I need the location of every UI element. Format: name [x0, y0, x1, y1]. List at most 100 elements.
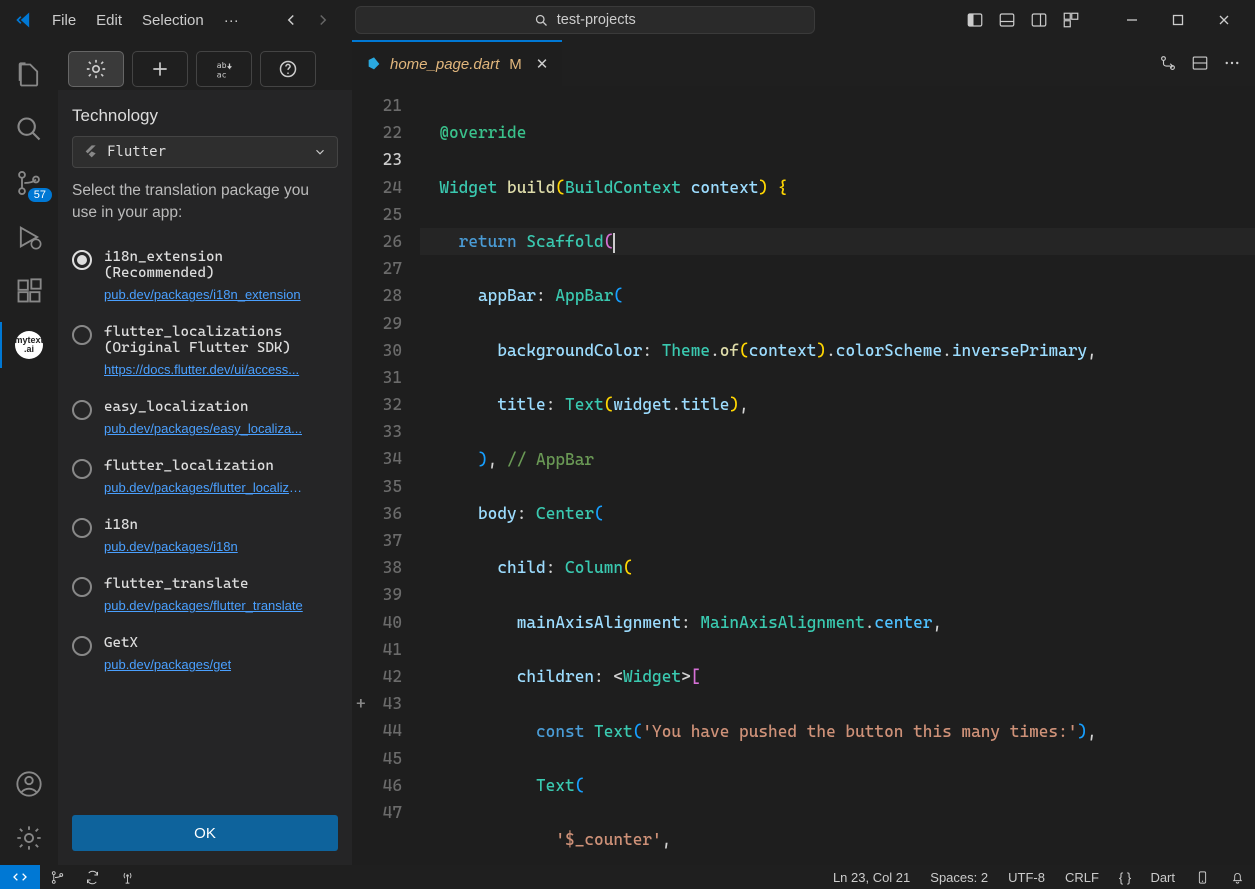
- window-close-icon[interactable]: [1201, 4, 1247, 36]
- radio-icon: [72, 459, 92, 479]
- panel-tab-settings[interactable]: [68, 51, 124, 87]
- bell-icon: [1230, 870, 1245, 885]
- radio-icon: [72, 518, 92, 538]
- activity-bar: 57 mytext .ai: [0, 40, 58, 865]
- status-device[interactable]: [1185, 865, 1220, 889]
- option-flutter-translate[interactable]: flutter_translate pub.dev/packages/flutt…: [72, 564, 338, 623]
- braces-icon: { }: [1119, 870, 1131, 885]
- option-link[interactable]: pub.dev/packages/flutter_localiza...: [104, 480, 304, 495]
- editor: home_page.dart M ✕ 212223242526272829303…: [352, 40, 1255, 865]
- command-center-search[interactable]: test-projects: [355, 6, 815, 34]
- compare-changes-icon[interactable]: [1159, 54, 1177, 72]
- activity-run-debug-icon[interactable]: [0, 210, 58, 264]
- extension-avatar-icon: mytext .ai: [15, 331, 43, 359]
- activity-extensions-icon[interactable]: [0, 264, 58, 318]
- menu-selection[interactable]: Selection: [132, 8, 214, 33]
- toggle-primary-sidebar-icon[interactable]: [961, 6, 989, 34]
- package-options: i18n_extension (Recommended) pub.dev/pac…: [72, 237, 338, 809]
- find-replace-icon: abac: [213, 58, 235, 80]
- technology-select[interactable]: Flutter: [72, 136, 338, 168]
- menu-edit[interactable]: Edit: [86, 8, 132, 33]
- activity-mytext-extension[interactable]: mytext .ai: [0, 318, 58, 372]
- remote-indicator-icon[interactable]: [0, 865, 40, 889]
- ok-button[interactable]: OK: [72, 815, 338, 851]
- option-i18n-extension[interactable]: i18n_extension (Recommended) pub.dev/pac…: [72, 237, 338, 312]
- option-link[interactable]: https://docs.flutter.dev/ui/access...: [104, 362, 304, 377]
- panel-tabbar: abac: [58, 40, 352, 90]
- vscode-logo-icon: [8, 10, 42, 30]
- svg-text:ac: ac: [217, 69, 227, 79]
- status-spaces[interactable]: Spaces: 2: [920, 865, 998, 889]
- device-icon: [1195, 870, 1210, 885]
- activity-explorer-icon[interactable]: [0, 48, 58, 102]
- option-getx[interactable]: GetX pub.dev/packages/get: [72, 623, 338, 682]
- option-flutter-localization[interactable]: flutter_localization pub.dev/packages/fl…: [72, 446, 338, 505]
- gutter-add-icon[interactable]: +: [356, 690, 366, 717]
- status-cursor-position[interactable]: Ln 23, Col 21: [823, 865, 920, 889]
- customize-layout-icon[interactable]: [1057, 6, 1085, 34]
- option-i18n[interactable]: i18n pub.dev/packages/i18n: [72, 505, 338, 564]
- title-bar: File Edit Selection ··· test-projects: [0, 0, 1255, 40]
- radio-icon: [72, 577, 92, 597]
- status-language[interactable]: { } Dart: [1109, 865, 1185, 889]
- gear-icon: [85, 58, 107, 80]
- search-icon: [534, 13, 549, 28]
- panel-tab-help[interactable]: [260, 51, 316, 87]
- window-maximize-icon[interactable]: [1155, 4, 1201, 36]
- help-icon: [278, 59, 298, 79]
- status-bar: Ln 23, Col 21 Spaces: 2 UTF-8 CRLF { } D…: [0, 865, 1255, 889]
- flutter-icon: [83, 144, 99, 160]
- scm-badge: 57: [28, 188, 52, 202]
- chevron-down-icon: [313, 145, 327, 159]
- panel-instruction: Select the translation package you use i…: [72, 180, 338, 223]
- editor-tab-home-page[interactable]: home_page.dart M ✕: [352, 40, 562, 86]
- status-broadcast[interactable]: [110, 865, 145, 889]
- code-view[interactable]: 2122232425262728293031323334353637383940…: [352, 86, 1255, 865]
- close-tab-icon[interactable]: ✕: [536, 55, 549, 73]
- option-link[interactable]: pub.dev/packages/get: [104, 657, 231, 672]
- activity-account-icon[interactable]: [0, 757, 58, 811]
- radio-icon: [72, 636, 92, 656]
- git-branch-icon: [50, 870, 65, 885]
- activity-settings-icon[interactable]: [0, 811, 58, 865]
- panel-tab-replace[interactable]: abac: [196, 51, 252, 87]
- radio-tower-icon: [120, 870, 135, 885]
- activity-source-control-icon[interactable]: 57: [0, 156, 58, 210]
- toggle-secondary-sidebar-icon[interactable]: [1025, 6, 1053, 34]
- nav-forward-icon[interactable]: [309, 6, 337, 34]
- radio-icon: [72, 325, 92, 345]
- more-actions-icon[interactable]: [1223, 54, 1241, 72]
- status-sync[interactable]: [75, 865, 110, 889]
- modified-indicator: M: [509, 56, 522, 73]
- extension-panel: abac Technology Flutter Select the trans…: [58, 40, 352, 865]
- status-eol[interactable]: CRLF: [1055, 865, 1109, 889]
- option-link[interactable]: pub.dev/packages/easy_localiza...: [104, 421, 302, 436]
- search-text: test-projects: [557, 12, 636, 28]
- nav-back-icon[interactable]: [277, 6, 305, 34]
- plus-icon: [150, 59, 170, 79]
- code-content[interactable]: @override Widget build(BuildContext cont…: [420, 86, 1255, 865]
- toggle-panel-icon[interactable]: [993, 6, 1021, 34]
- option-link[interactable]: pub.dev/packages/i18n_extension: [104, 287, 304, 302]
- radio-icon: [72, 400, 92, 420]
- dart-file-icon: [366, 56, 382, 72]
- status-git-branch[interactable]: [40, 865, 75, 889]
- option-easy-localization[interactable]: easy_localization pub.dev/packages/easy_…: [72, 387, 338, 446]
- line-gutter: 2122232425262728293031323334353637383940…: [352, 86, 420, 865]
- menu-file[interactable]: File: [42, 8, 86, 33]
- status-notifications[interactable]: [1220, 865, 1255, 889]
- panel-heading: Technology: [72, 106, 338, 126]
- option-flutter-localizations[interactable]: flutter_localizations (Original Flutter …: [72, 312, 338, 387]
- status-encoding[interactable]: UTF-8: [998, 865, 1055, 889]
- split-editor-icon[interactable]: [1191, 54, 1209, 72]
- option-link[interactable]: pub.dev/packages/flutter_translate: [104, 598, 303, 613]
- radio-icon: [72, 250, 92, 270]
- editor-tabbar: home_page.dart M ✕: [352, 40, 1255, 86]
- menu-more[interactable]: ···: [214, 8, 249, 33]
- panel-tab-add[interactable]: [132, 51, 188, 87]
- app-menu: File Edit Selection ···: [42, 8, 249, 33]
- activity-search-icon[interactable]: [0, 102, 58, 156]
- option-link[interactable]: pub.dev/packages/i18n: [104, 539, 238, 554]
- window-minimize-icon[interactable]: [1109, 4, 1155, 36]
- nav-group: [277, 6, 337, 34]
